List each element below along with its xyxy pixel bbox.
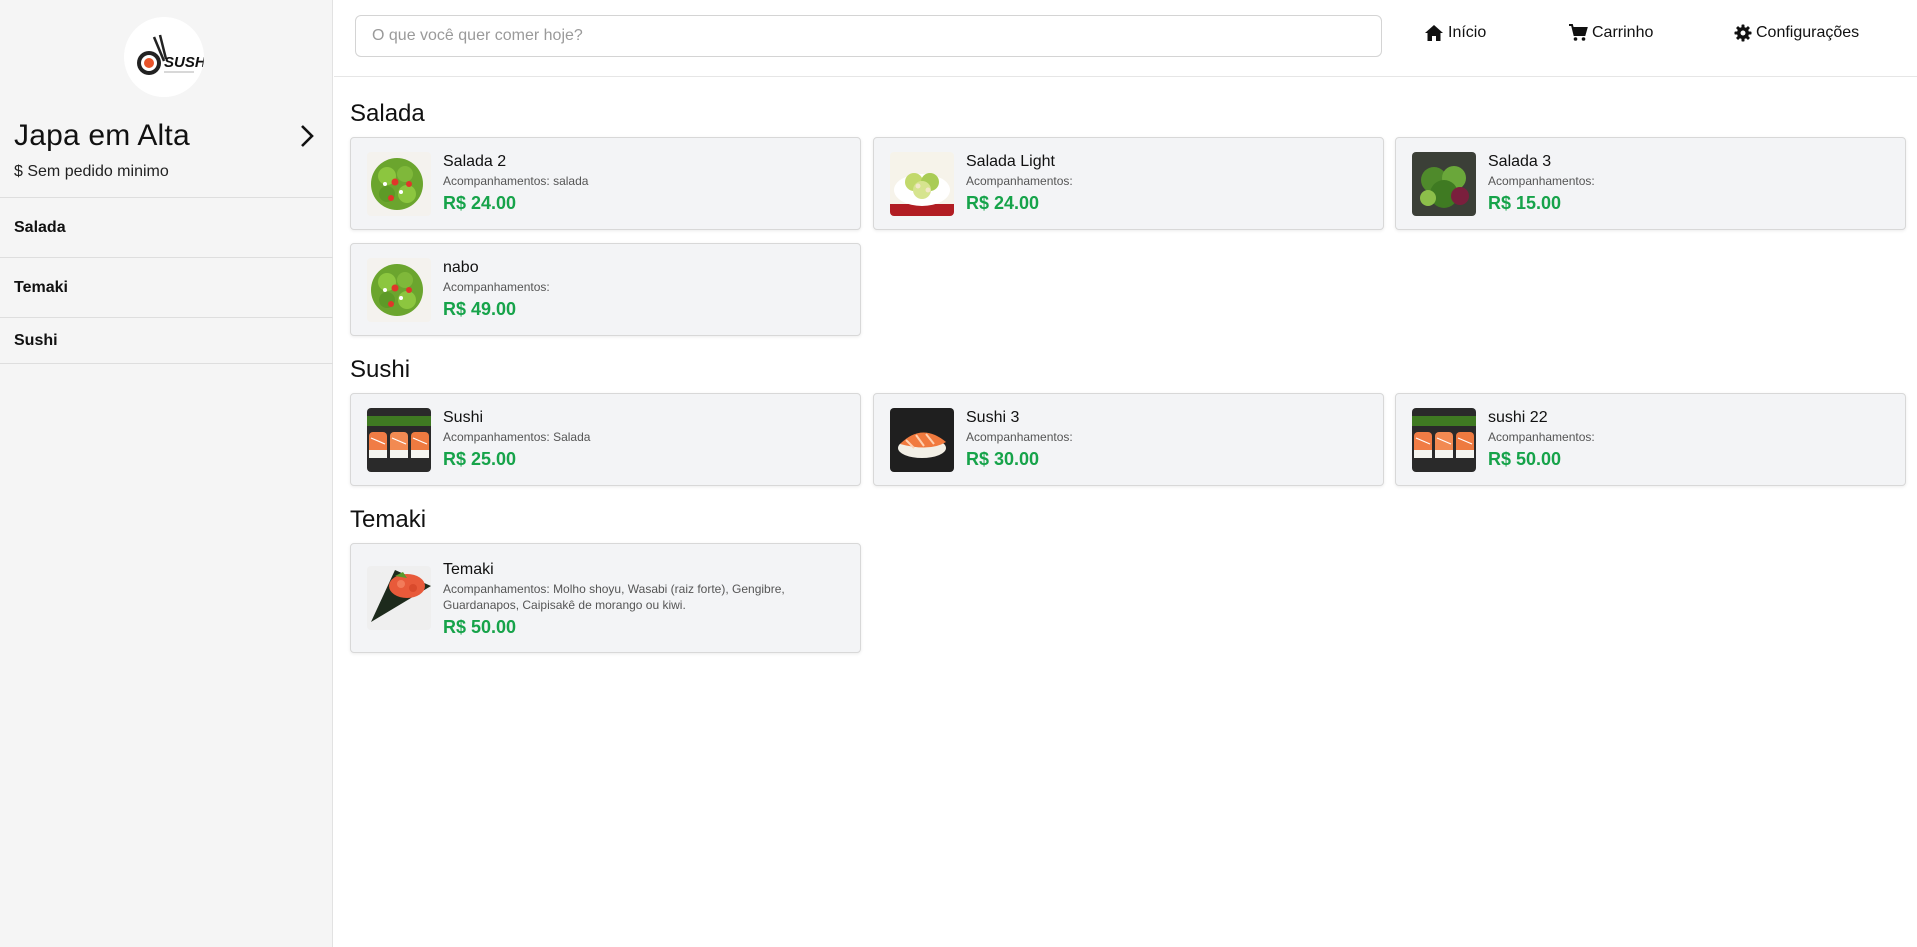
- search-input[interactable]: [355, 15, 1382, 57]
- product-card[interactable]: Sushi 3 Acompanhamentos: R$ 30.00: [873, 393, 1384, 486]
- sushi-logo-icon: SUSHI: [124, 17, 204, 97]
- sushi-platter-image: [367, 408, 431, 472]
- section-title-salada: Salada: [350, 100, 425, 127]
- product-name: sushi 22: [1488, 409, 1548, 426]
- category-item-salada[interactable]: Salada: [0, 198, 333, 258]
- top-header: Início Carrinho Configurações: [334, 0, 1917, 77]
- salmon-nigiri-image: [890, 408, 954, 472]
- sidebar: SUSHI Japa em Alta $ Sem pedido minimo S…: [0, 0, 333, 947]
- product-name: Sushi 3: [966, 409, 1020, 426]
- svg-text:SUSHI: SUSHI: [164, 54, 204, 71]
- temaki-cone-image: [367, 566, 431, 630]
- product-card[interactable]: Salada 2 Acompanhamentos: salada R$ 24.0…: [350, 137, 861, 230]
- product-name: nabo: [443, 259, 479, 276]
- product-card[interactable]: Salada Light Acompanhamentos: R$ 24.00: [873, 137, 1384, 230]
- gear-icon: [1734, 24, 1752, 42]
- product-info: nabo Acompanhamentos: R$ 49.00: [443, 258, 846, 321]
- product-name: Salada 3: [1488, 153, 1552, 170]
- min-order-text: $ Sem pedido minimo: [14, 163, 169, 180]
- product-info: Salada Light Acompanhamentos: R$ 24.00: [966, 152, 1369, 215]
- product-info: Salada 3 Acompanhamentos: R$ 15.00: [1488, 152, 1891, 215]
- product-accompaniments: Acompanhamentos:: [966, 430, 1073, 444]
- product-info: Salada 2 Acompanhamentos: salada R$ 24.0…: [443, 152, 846, 215]
- product-name: Sushi: [443, 409, 484, 426]
- product-info: sushi 22 Acompanhamentos: R$ 50.00: [1488, 408, 1891, 471]
- category-list: Salada Temaki Sushi: [0, 197, 333, 364]
- nav-settings-label: Configurações: [1756, 24, 1860, 41]
- nav-cart[interactable]: Carrinho: [1568, 24, 1653, 42]
- category-item-temaki[interactable]: Temaki: [0, 258, 333, 318]
- product-card[interactable]: Sushi Acompanhamentos: Salada R$ 25.00: [350, 393, 861, 486]
- product-card[interactable]: sushi 22 Acompanhamentos: R$ 50.00: [1395, 393, 1906, 486]
- nav-settings[interactable]: Configurações: [1734, 24, 1859, 42]
- product-accompaniments: Acompanhamentos:: [1488, 430, 1595, 444]
- product-info: Temaki Acompanhamentos: Molho shoyu, Was…: [443, 560, 846, 639]
- product-name: Temaki: [443, 561, 494, 578]
- product-price: R$ 50.00: [1488, 449, 1562, 469]
- product-price: R$ 15.00: [1488, 193, 1562, 213]
- product-card[interactable]: nabo Acompanhamentos: R$ 49.00: [350, 243, 861, 336]
- category-item-sushi[interactable]: Sushi: [0, 318, 333, 364]
- product-name: Salada Light: [966, 153, 1055, 170]
- nav-home-label: Início: [1448, 24, 1487, 41]
- product-price: R$ 24.00: [966, 193, 1040, 213]
- product-card[interactable]: Temaki Acompanhamentos: Molho shoyu, Was…: [350, 543, 861, 653]
- store-logo[interactable]: SUSHI: [124, 17, 204, 97]
- store-header[interactable]: Japa em Alta: [14, 118, 319, 154]
- store-name: Japa em Alta: [14, 119, 190, 152]
- product-price: R$ 30.00: [966, 449, 1040, 469]
- sushi-platter-image: [1412, 408, 1476, 472]
- product-accompaniments: Acompanhamentos: Molho shoyu, Wasabi (ra…: [443, 582, 785, 612]
- product-info: Sushi Acompanhamentos: Salada R$ 25.00: [443, 408, 846, 471]
- green-salad-image: [367, 258, 431, 322]
- product-name: Salada 2: [443, 153, 507, 170]
- leafy-salad-image: [1412, 152, 1476, 216]
- chevron-right-icon[interactable]: [295, 121, 319, 151]
- section-title-temaki: Temaki: [350, 506, 427, 533]
- product-accompaniments: Acompanhamentos: Salada: [443, 430, 591, 444]
- home-icon: [1424, 24, 1444, 42]
- green-salad-image: [367, 152, 431, 216]
- product-price: R$ 50.00: [443, 617, 517, 637]
- cart-icon: [1568, 24, 1588, 42]
- product-accompaniments: Acompanhamentos:: [1488, 174, 1595, 188]
- product-price: R$ 24.00: [443, 193, 517, 213]
- caesar-salad-image: [890, 152, 954, 216]
- product-accompaniments: Acompanhamentos: salada: [443, 174, 589, 188]
- product-accompaniments: Acompanhamentos:: [443, 280, 550, 294]
- product-accompaniments: Acompanhamentos:: [966, 174, 1073, 188]
- nav-home[interactable]: Início: [1424, 24, 1486, 42]
- product-price: R$ 25.00: [443, 449, 517, 469]
- product-price: R$ 49.00: [443, 299, 517, 319]
- nav-cart-label: Carrinho: [1592, 24, 1654, 41]
- section-title-sushi: Sushi: [350, 356, 411, 383]
- product-info: Sushi 3 Acompanhamentos: R$ 30.00: [966, 408, 1369, 471]
- product-card[interactable]: Salada 3 Acompanhamentos: R$ 15.00: [1395, 137, 1906, 230]
